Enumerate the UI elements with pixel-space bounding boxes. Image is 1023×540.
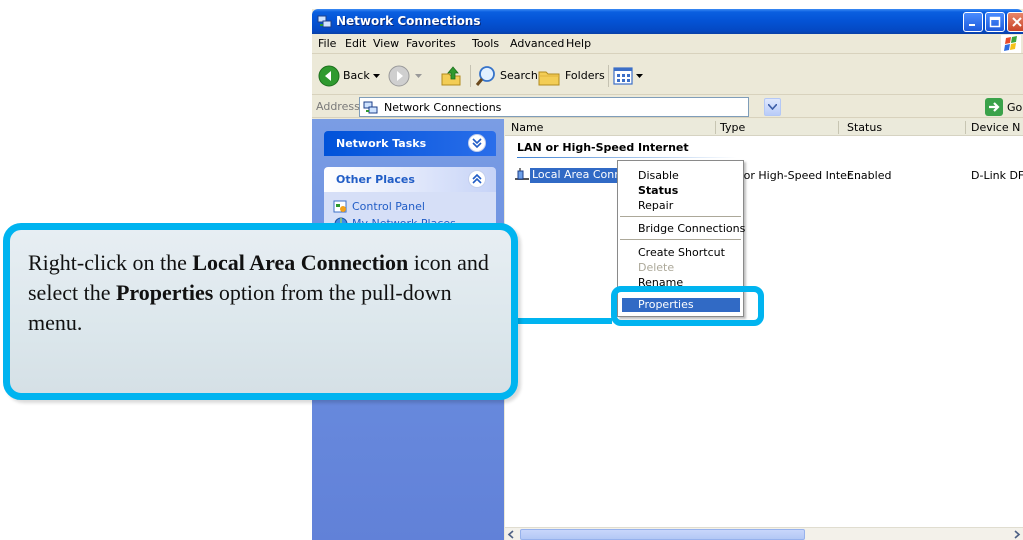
content-pane: Name Type Status Device N LAN or High-Sp… xyxy=(505,119,1023,540)
group-title: LAN or High-Speed Internet xyxy=(517,141,689,154)
column-divider[interactable] xyxy=(715,121,716,134)
menu-item-create-shortcut[interactable]: Create Shortcut xyxy=(638,246,725,259)
go-label[interactable]: Go xyxy=(1007,101,1022,114)
go-arrow-icon xyxy=(989,102,1000,112)
views-button[interactable] xyxy=(612,65,644,87)
callout-text-part: Right-click on the xyxy=(28,250,193,275)
callout-bold-local-area-connection: Local Area Connection xyxy=(192,250,409,275)
menu-advanced[interactable]: Advanced xyxy=(510,37,564,50)
close-button[interactable] xyxy=(1007,12,1023,32)
maximize-icon xyxy=(989,16,1001,28)
address-label: Address xyxy=(316,100,360,113)
menu-view[interactable]: View xyxy=(373,37,399,50)
menu-item-disable[interactable]: Disable xyxy=(638,169,679,182)
windows-logo-icon xyxy=(1001,35,1021,53)
address-dropdown-button[interactable] xyxy=(764,98,781,116)
menu-item-repair[interactable]: Repair xyxy=(638,199,673,212)
toolbar-separator xyxy=(608,65,609,87)
address-input[interactable]: Network Connections xyxy=(359,97,749,117)
scrollbar-thumb[interactable] xyxy=(520,529,805,540)
properties-highlight xyxy=(611,286,764,326)
expand-button[interactable] xyxy=(468,134,486,152)
callout-connector xyxy=(512,318,612,324)
column-divider[interactable] xyxy=(838,121,839,134)
control-panel-icon xyxy=(333,200,347,213)
column-header: Name Type Status Device N xyxy=(505,119,1023,136)
back-arrow-icon xyxy=(318,65,340,87)
connection-device: D-Link DF xyxy=(971,169,1023,182)
callout-bold-properties: Properties xyxy=(115,280,214,305)
scroll-left-icon[interactable] xyxy=(505,528,518,540)
group-divider xyxy=(517,157,737,158)
collapse-button[interactable] xyxy=(468,170,486,188)
network-tasks-header[interactable]: Network Tasks xyxy=(324,131,496,156)
close-icon xyxy=(1012,17,1022,27)
menu-bar: File Edit View Favorites Tools Advanced … xyxy=(312,34,1023,54)
column-divider[interactable] xyxy=(965,121,966,134)
toolbar-separator xyxy=(470,65,471,87)
column-name[interactable]: Name xyxy=(511,121,543,134)
menu-separator xyxy=(620,239,741,240)
column-device[interactable]: Device N xyxy=(971,121,1020,134)
title-bar[interactable]: Network Connections xyxy=(312,9,1023,34)
menu-help[interactable]: Help xyxy=(566,37,591,50)
address-bar: Address Network Connections Go xyxy=(312,96,1023,118)
forward-button[interactable] xyxy=(388,65,422,87)
menu-favorites[interactable]: Favorites xyxy=(406,37,456,50)
folders-button[interactable]: Folders xyxy=(538,65,605,87)
other-places-title: Other Places xyxy=(336,173,415,186)
horizontal-scrollbar[interactable] xyxy=(505,527,1023,540)
column-type[interactable]: Type xyxy=(720,121,745,134)
window-title: Network Connections xyxy=(336,14,481,28)
menu-separator xyxy=(620,216,741,217)
other-places-header[interactable]: Other Places xyxy=(324,167,496,192)
folders-label: Folders xyxy=(565,69,605,82)
folders-icon xyxy=(538,71,560,86)
views-icon xyxy=(613,67,633,85)
column-status[interactable]: Status xyxy=(847,121,882,134)
search-label: Search xyxy=(500,69,538,82)
minimize-icon xyxy=(969,24,975,26)
lan-connection-icon xyxy=(515,168,529,180)
address-value: Network Connections xyxy=(384,101,502,114)
minimize-button[interactable] xyxy=(963,12,983,32)
search-icon xyxy=(475,66,495,86)
chevron-down-icon xyxy=(415,74,422,78)
double-chevron-down-icon xyxy=(472,138,482,149)
callout-text: Right-click on the Local Area Connection… xyxy=(28,248,498,338)
scroll-right-icon[interactable] xyxy=(1010,528,1023,540)
menu-tools[interactable]: Tools xyxy=(472,37,499,50)
menu-item-bridge[interactable]: Bridge Connections xyxy=(638,222,745,235)
menu-item-delete: Delete xyxy=(638,261,675,274)
control-panel-label: Control Panel xyxy=(352,200,425,213)
control-panel-link[interactable]: Control Panel xyxy=(333,199,483,215)
up-folder-icon xyxy=(441,66,461,86)
forward-arrow-icon xyxy=(388,65,410,87)
up-folder-button[interactable] xyxy=(440,65,462,87)
maximize-button[interactable] xyxy=(985,12,1005,32)
search-button[interactable]: Search xyxy=(475,65,538,87)
chevron-down-icon xyxy=(373,74,380,78)
toolbar: Back Search Folders xyxy=(312,55,1023,95)
back-label: Back xyxy=(343,69,370,82)
network-connections-icon xyxy=(317,15,332,28)
double-chevron-up-icon xyxy=(472,173,482,184)
table-row[interactable]: Local Area Connection 3 LAN or High-Spee… xyxy=(505,167,1023,184)
network-connections-icon xyxy=(363,101,378,114)
network-tasks-title: Network Tasks xyxy=(336,137,427,150)
chevron-down-icon xyxy=(768,104,777,110)
menu-edit[interactable]: Edit xyxy=(345,37,366,50)
go-button[interactable] xyxy=(985,98,1003,116)
menu-item-status[interactable]: Status xyxy=(638,184,678,197)
chevron-down-icon xyxy=(636,74,643,78)
back-button[interactable]: Back xyxy=(318,65,382,87)
connection-status: Enabled xyxy=(847,169,892,182)
instruction-callout: Right-click on the Local Area Connection… xyxy=(3,223,518,400)
menu-file[interactable]: File xyxy=(318,37,336,50)
